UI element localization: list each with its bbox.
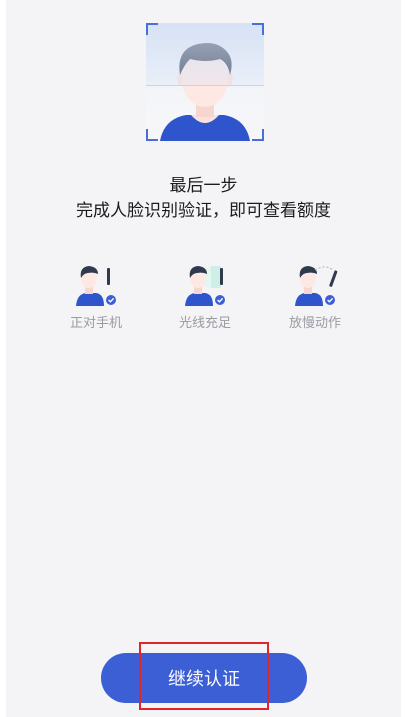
continue-verification-button[interactable]: 继续认证 bbox=[101, 653, 307, 703]
frame-corner-top-right bbox=[252, 23, 264, 35]
tip-label-good-light: 光线充足 bbox=[178, 316, 231, 331]
frame-corner-bottom-left bbox=[146, 129, 158, 141]
person-facing-phone-icon bbox=[76, 266, 116, 306]
tip-good-light: 光线充足 bbox=[165, 262, 245, 332]
face-verification-screen: 最后一步 完成人脸识别验证，即可查看额度 正对手机 光线充足 放慢动作 继续认证 bbox=[0, 0, 407, 717]
tip-face-phone: 正对手机 bbox=[56, 262, 136, 332]
instruction-text: 完成人脸识别验证，即可查看额度 bbox=[76, 201, 331, 221]
tip-label-slow-motion: 放慢动作 bbox=[288, 316, 341, 331]
person-slow-motion-icon bbox=[295, 266, 338, 306]
tip-slow-motion: 放慢动作 bbox=[275, 262, 355, 332]
step-title: 最后一步 bbox=[169, 176, 238, 196]
frame-corner-bottom-right bbox=[252, 129, 264, 141]
scan-line-band bbox=[146, 23, 264, 86]
frame-corner-top-left bbox=[146, 23, 158, 35]
face-scan-frame bbox=[146, 23, 264, 141]
tip-label-face-phone: 正对手机 bbox=[69, 316, 122, 331]
person-good-light-icon bbox=[185, 266, 225, 306]
